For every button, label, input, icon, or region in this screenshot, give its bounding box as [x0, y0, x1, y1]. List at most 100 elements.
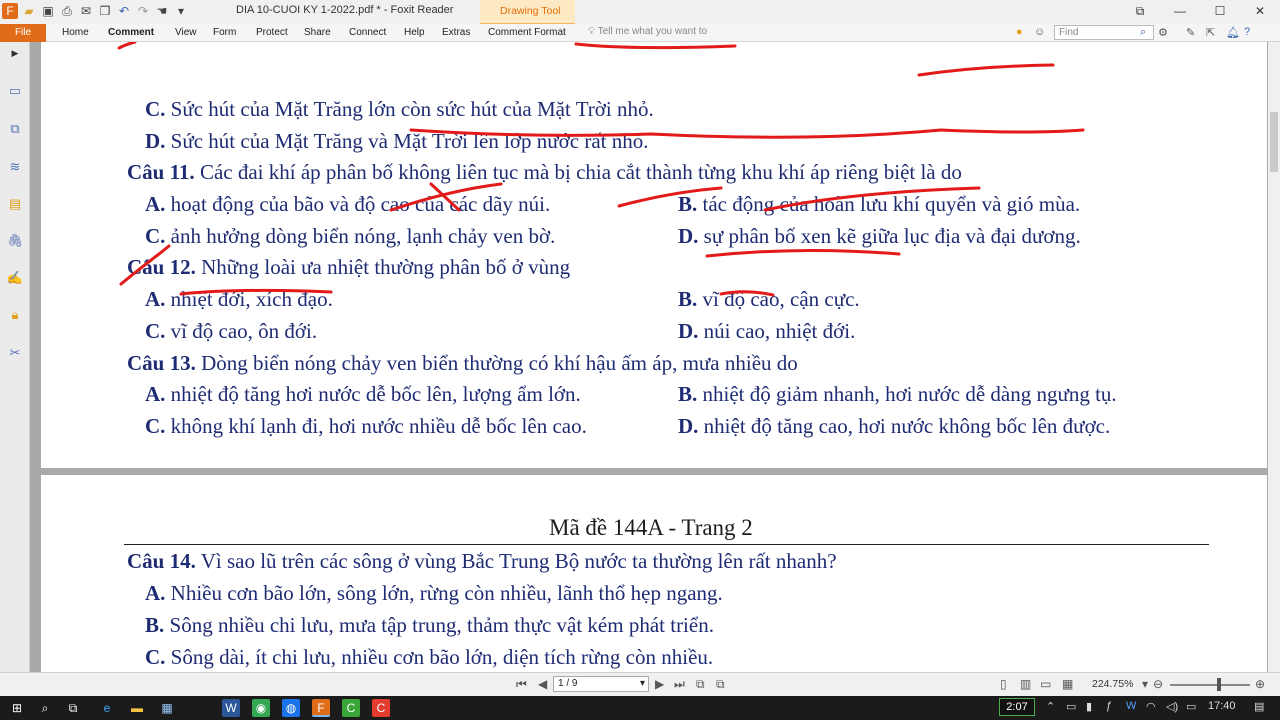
foxit-reader-icon[interactable]: F [312, 699, 330, 717]
option-text: nhiệt đới, xích đạo. [165, 287, 333, 311]
open-folder-icon[interactable]: ▰ [21, 3, 37, 19]
option-label: A. [145, 192, 166, 216]
option-label: C. [145, 645, 166, 669]
redo-icon[interactable]: ↷ [135, 3, 151, 19]
option-text: không khí lạnh đi, hơi nước nhiều dễ bốc… [165, 414, 587, 438]
gear-icon[interactable]: ⚙ [1158, 26, 1168, 39]
option-line: B. Sông nhiều chi lưu, mưa tập trung, th… [145, 613, 714, 638]
restore-layout-icon[interactable]: ⧉ [1120, 0, 1160, 22]
option-line: D. sự phân bố xen kẽ giữa lục địa và đại… [678, 224, 1081, 249]
collapse-arrow-icon[interactable]: ▶ [6, 44, 24, 62]
lock-icon[interactable]: 🔒︎ [6, 306, 24, 324]
network-icon[interactable]: ▭ [1066, 700, 1076, 713]
drawing-tool-context-tab[interactable]: Drawing Tool [480, 0, 575, 24]
previous-page-icon[interactable]: ◀ [538, 677, 547, 691]
chevron-down-icon[interactable]: ▾ [1142, 677, 1148, 691]
tab-form[interactable]: Form [213, 27, 236, 38]
expand-icon[interactable]: ⇱ [1206, 26, 1215, 39]
undo-icon[interactable]: ↶ [116, 3, 132, 19]
word-tray-icon[interactable]: W [1126, 700, 1136, 712]
question-line: Câu 14. Vì sao lũ trên các sông ở vùng B… [127, 549, 837, 574]
tab-connect[interactable]: Connect [349, 27, 386, 38]
close-button[interactable]: ✕ [1240, 0, 1280, 22]
task-view-icon[interactable]: ⧉ [64, 699, 82, 717]
tab-protect[interactable]: Protect [256, 27, 288, 38]
chevron-down-icon[interactable]: ▾ [173, 3, 189, 19]
single-page-icon[interactable]: ▯ [1000, 677, 1007, 691]
search-icon[interactable]: ⌕ [1140, 26, 1146, 39]
page-number-input[interactable]: 1 / 9 ▾ [553, 676, 649, 692]
store-icon[interactable]: ▦ [158, 699, 176, 717]
save-icon[interactable]: ▣ [40, 3, 56, 19]
camtasia-icon[interactable]: C [342, 699, 360, 717]
print-icon[interactable]: ⎙ [59, 3, 75, 19]
continuous-facing-icon[interactable]: ▦ [1062, 677, 1073, 691]
comments-icon[interactable]: ▤ [6, 195, 24, 213]
display-icon[interactable]: ▭ [1186, 700, 1196, 713]
zoom-level[interactable]: 224.75% [1092, 678, 1133, 690]
chrome-icon[interactable]: ◉ [252, 699, 270, 717]
timer-widget[interactable]: 2:07 [999, 698, 1035, 716]
user-icon[interactable]: ☺ [1034, 26, 1045, 38]
bell-icon[interactable]: 🔔︎ [1226, 26, 1240, 39]
next-page-icon[interactable]: ▶ [655, 677, 664, 691]
tell-me-search[interactable]: 💡︎ Tell me what you want to [588, 26, 707, 37]
page-thumbnails-icon[interactable]: ▭ [6, 82, 24, 100]
stack-icon[interactable]: ≋ [6, 158, 24, 176]
file-explorer-icon[interactable]: ▬ [128, 699, 146, 717]
vertical-scrollbar[interactable] [1268, 42, 1280, 672]
last-page-icon[interactable]: ⏭ [674, 677, 685, 692]
question-text: Những loài ưa nhiệt thường phân bố ở vùn… [195, 255, 571, 279]
search-icon[interactable]: ⌕ [36, 699, 54, 717]
continuous-page-icon[interactable]: ▥ [1020, 677, 1031, 691]
wifi-icon[interactable]: ◠ [1146, 700, 1156, 713]
zoom-slider[interactable] [1170, 684, 1250, 686]
next-view-icon[interactable]: ⧉ [716, 677, 725, 692]
header-rule [124, 544, 1209, 545]
unikey-icon[interactable]: ƒ [1106, 700, 1112, 712]
tab-share[interactable]: Share [304, 27, 331, 38]
hand-tool-icon[interactable]: ☚ [154, 3, 170, 19]
drawing-tool-label: Drawing Tool [500, 5, 561, 17]
speech-bubble-icon[interactable]: ✎ [1186, 26, 1195, 39]
windows-start-icon[interactable]: ⊞ [8, 699, 26, 717]
signature-panel-icon[interactable]: ✍ [6, 269, 24, 287]
tab-extras[interactable]: Extras [442, 27, 470, 38]
document-view[interactable]: C. Sức hút của Mặt Trăng lớn còn sức hút… [31, 42, 1268, 672]
question-label: Câu 13. [127, 351, 196, 375]
zoom-out-icon[interactable]: ⊖ [1153, 677, 1163, 691]
attachment-icon[interactable]: 🖇︎ [6, 232, 24, 250]
minimize-button[interactable]: — [1160, 0, 1200, 22]
layers-icon[interactable]: ⧉ [6, 120, 24, 138]
tab-comment-format[interactable]: Comment Format [488, 27, 566, 38]
chevron-up-icon[interactable]: ⌃ [1046, 700, 1055, 713]
word-icon[interactable]: W [222, 699, 240, 717]
option-line: D. núi cao, nhiệt đới. [678, 319, 855, 344]
previous-view-icon[interactable]: ⧉ [696, 677, 705, 692]
zoom-in-icon[interactable]: ⊕ [1255, 677, 1265, 691]
battery-icon[interactable]: ▮ [1086, 700, 1092, 713]
paste-icon[interactable]: ❐ [97, 3, 113, 19]
recorder-icon[interactable]: C [372, 699, 390, 717]
scrollbar-thumb[interactable] [1270, 112, 1278, 172]
zoom-slider-handle[interactable] [1217, 678, 1221, 691]
page-header: Mã đề 144A - Trang 2 [549, 515, 753, 540]
zoom-app-icon[interactable]: ◍ [282, 699, 300, 717]
tab-file[interactable]: File [0, 24, 46, 42]
tab-view[interactable]: View [175, 27, 197, 38]
tab-comment[interactable]: Comment [108, 27, 154, 38]
tab-home[interactable]: Home [62, 27, 89, 38]
tools-icon[interactable]: ✂ [6, 344, 24, 362]
help-icon[interactable]: ? [1244, 26, 1250, 38]
edge-icon[interactable]: e [98, 699, 116, 717]
find-input[interactable]: Find [1054, 25, 1154, 40]
email-icon[interactable]: ✉ [78, 3, 94, 19]
tab-help[interactable]: Help [404, 27, 425, 38]
coin-icon[interactable]: ● [1016, 26, 1023, 38]
facing-page-icon[interactable]: ▭ [1040, 677, 1051, 691]
notification-icon[interactable]: ▤ [1254, 700, 1264, 713]
volume-icon[interactable]: ◁) [1166, 700, 1178, 713]
maximize-button[interactable]: ☐ [1200, 0, 1240, 22]
first-page-icon[interactable]: ⏮ [516, 677, 527, 692]
system-clock[interactable]: 17:40 [1208, 700, 1236, 712]
